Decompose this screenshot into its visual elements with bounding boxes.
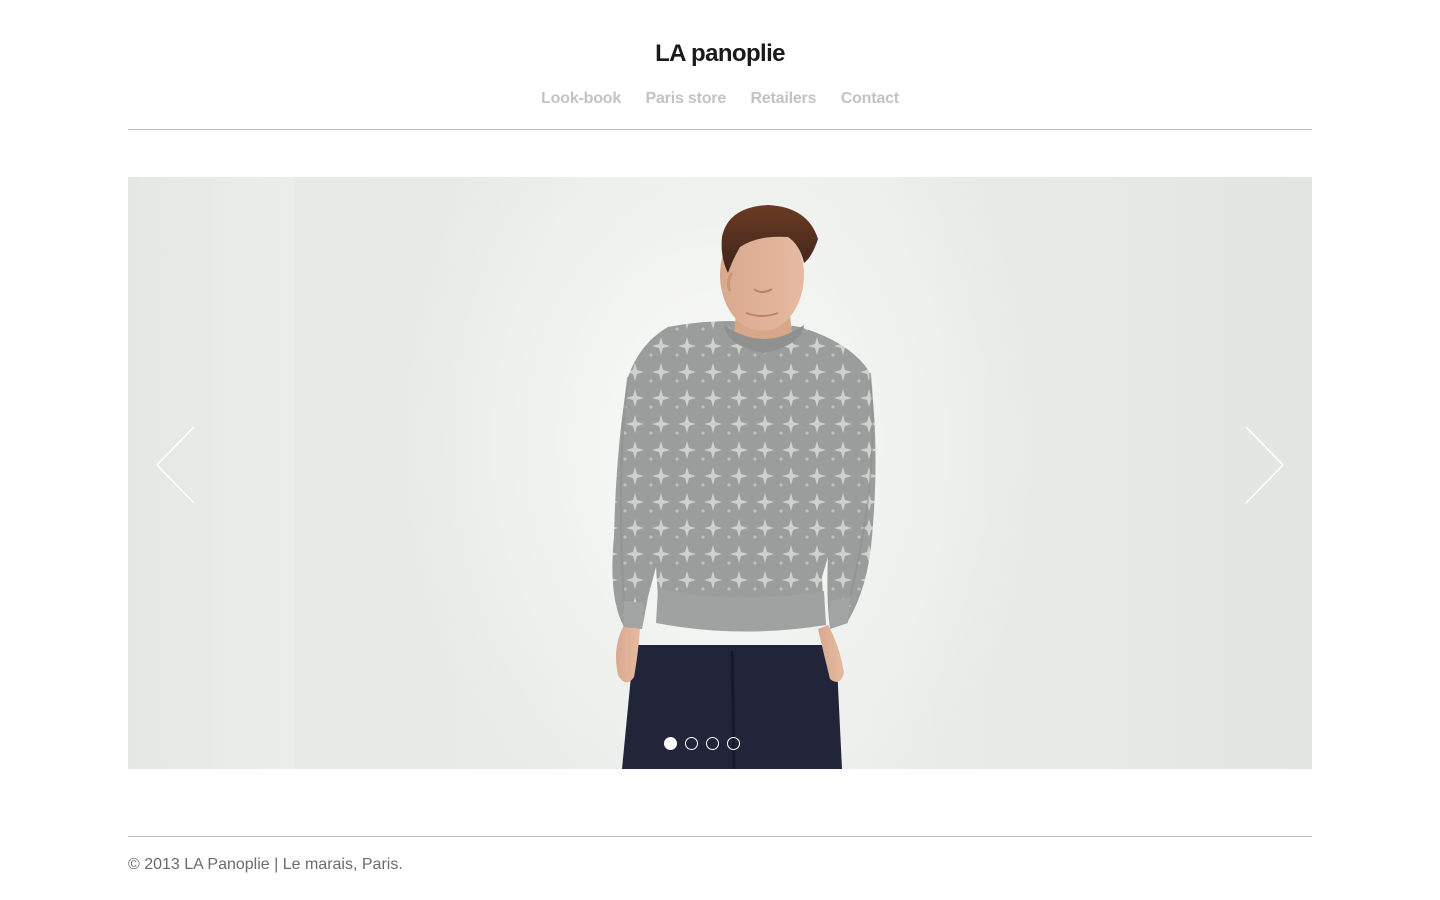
slider-pagination [664,737,740,753]
slider-dot-3[interactable] [706,737,719,750]
nav-item-retailers[interactable]: Retailers [750,90,816,107]
slide-image [612,205,876,769]
chevron-right-icon [1245,426,1285,504]
slider-dot-4[interactable] [727,737,740,750]
footer-divider [128,836,1312,837]
nav-item-paris-store[interactable]: Paris store [646,90,727,107]
footer-copyright: © 2013 LA Panoplie | Le marais, Paris. [128,856,403,873]
slider-dot-2[interactable] [685,737,698,750]
slider-dot-1[interactable] [664,737,677,750]
nav-item-contact[interactable]: Contact [841,90,899,107]
page: LA panoplie Look-book Paris store Retail… [0,0,1440,900]
image-slider [128,177,1312,769]
site-header: LA panoplie Look-book Paris store Retail… [128,0,1312,130]
main-nav: Look-book Paris store Retailers Contact [128,89,1312,109]
slider-prev-button[interactable] [154,425,198,505]
nav-item-look-book[interactable]: Look-book [541,90,621,107]
slider-next-button[interactable] [1242,425,1286,505]
chevron-left-icon [155,426,195,504]
site-title[interactable]: LA panoplie [128,38,1312,70]
